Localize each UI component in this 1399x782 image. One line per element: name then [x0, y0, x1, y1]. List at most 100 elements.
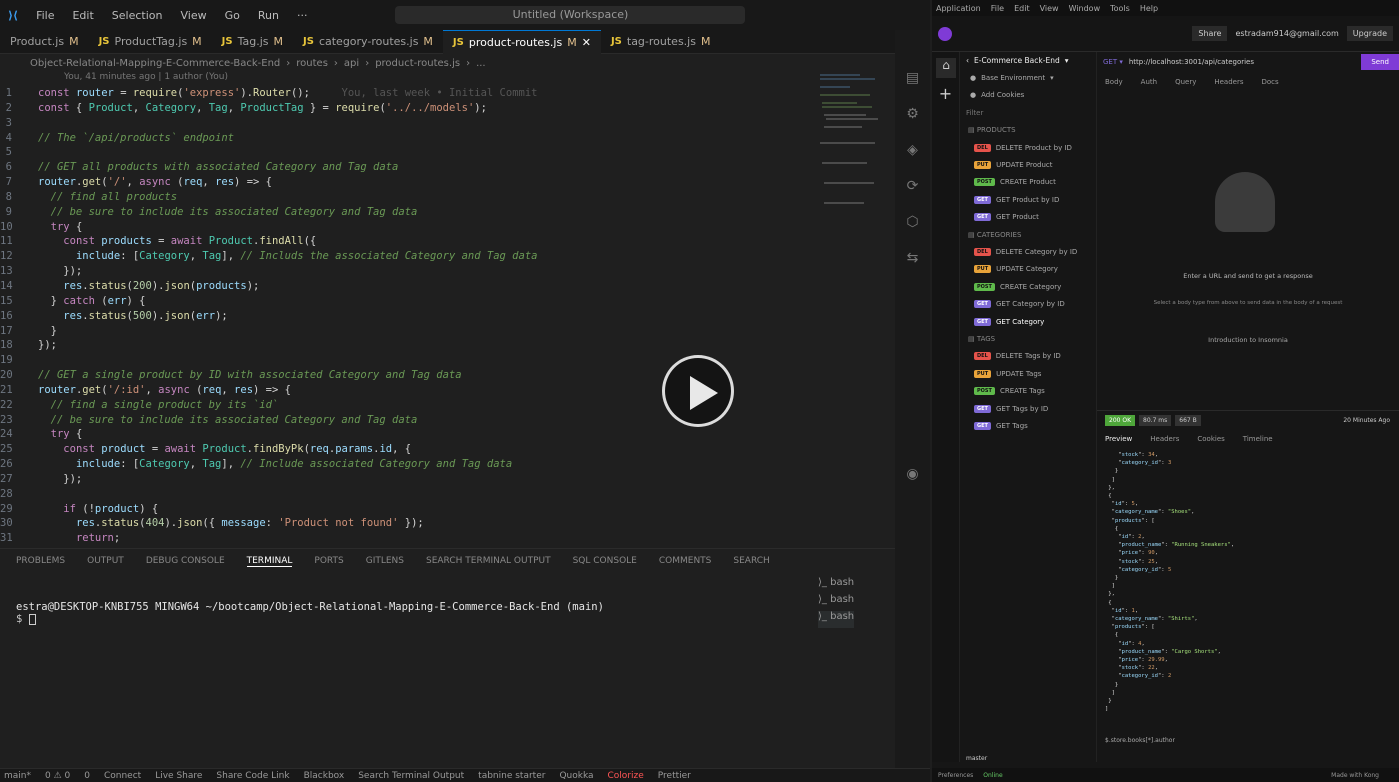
tab-product-routes[interactable]: JS product-routes.js M ✕	[442, 29, 601, 54]
tab-tag-routes[interactable]: JS tag-routes.js M	[601, 30, 721, 54]
breadcrumb-item[interactable]: ...	[476, 58, 486, 69]
tab-auth[interactable]: Auth	[1141, 78, 1157, 86]
explorer-icon[interactable]: ▤	[906, 70, 919, 86]
add-cookies-button[interactable]: ● Add Cookies	[962, 87, 1094, 104]
tab-tag-model[interactable]: JS Tag.js M	[212, 30, 293, 54]
request-item[interactable]: GET GET Tags	[962, 417, 1094, 434]
environment-selector[interactable]: ● Base Environment ▾	[962, 69, 1094, 86]
tab-category-routes[interactable]: JS category-routes.js M	[293, 30, 443, 54]
menu-item[interactable]: Edit	[1014, 4, 1030, 13]
menu-edit[interactable]: Edit	[72, 9, 93, 22]
tab-headers[interactable]: Headers	[1214, 78, 1243, 86]
tab-comments[interactable]: COMMENTS	[659, 556, 712, 566]
breadcrumb-item[interactable]: Object-Relational-Mapping-E-Commerce-Bac…	[30, 58, 280, 69]
request-item[interactable]: PUT UPDATE Category	[962, 261, 1094, 278]
tab-search[interactable]: SEARCH	[733, 556, 769, 566]
tab-search-terminal-output[interactable]: SEARCH TERMINAL OUTPUT	[426, 556, 551, 566]
extensions-icon[interactable]: ◈	[907, 142, 918, 158]
prettier-status[interactable]: Prettier	[658, 771, 691, 781]
request-item[interactable]: DEL DELETE Product by ID	[962, 139, 1094, 156]
account-email[interactable]: estradam914@gmail.com	[1235, 29, 1338, 38]
command-search-input[interactable]: Untitled (Workspace)	[395, 6, 746, 24]
code-editor[interactable]: You, 41 minutes ago | 1 author (You) 1 co…	[0, 72, 895, 544]
tab-cookies[interactable]: Cookies	[1197, 435, 1224, 443]
intro-link[interactable]: Introduction to Insomnia	[1097, 336, 1399, 344]
request-item[interactable]: DEL DELETE Category by ID	[962, 243, 1094, 260]
jq-filter-input[interactable]: $.store.books[*].author	[1105, 737, 1175, 744]
git-branch[interactable]: master	[966, 755, 987, 762]
menu-item[interactable]: Application	[936, 4, 981, 13]
tab-problems[interactable]: PROBLEMS	[16, 556, 65, 566]
quokka-status[interactable]: Quokka	[559, 771, 593, 781]
ports-status[interactable]: 0	[84, 771, 90, 781]
terminal-item[interactable]: ⟩_ bash	[818, 577, 854, 594]
account-icon[interactable]: ◉	[906, 466, 918, 482]
menu-item[interactable]: Help	[1140, 4, 1158, 13]
menu-file[interactable]: File	[36, 9, 54, 22]
minimap[interactable]	[818, 72, 884, 222]
request-item[interactable]: POST CREATE Tags	[962, 382, 1094, 399]
upgrade-button[interactable]: Upgrade	[1346, 26, 1393, 41]
tab-preview[interactable]: Preview	[1105, 435, 1132, 443]
settings-icon[interactable]: ⚙	[906, 106, 919, 122]
request-item[interactable]: GET GET Category	[962, 313, 1094, 330]
tab-gitlens[interactable]: GITLENS	[366, 556, 404, 566]
request-item[interactable]: PUT UPDATE Product	[962, 156, 1094, 173]
problems-status[interactable]: 0 ⚠ 0	[45, 771, 70, 781]
terminal[interactable]: estra@DESKTOP-KNBI755 MINGW64 ~/bootcamp…	[0, 573, 895, 625]
request-item[interactable]: GET GET Category by ID	[962, 295, 1094, 312]
response-json[interactable]: "stock": 34, "category_id": 3 } ] }, { "…	[1105, 451, 1234, 714]
branch-status[interactable]: main*	[4, 771, 31, 781]
terminal-item[interactable]: ⟩_ bash	[818, 594, 854, 611]
history-dropdown[interactable]: 20 Minutes Ago	[1343, 417, 1390, 424]
terminal-item[interactable]: ⟩_ bash	[818, 611, 855, 628]
method-select[interactable]: GET ▾	[1103, 58, 1123, 66]
video-play-icon[interactable]	[662, 355, 734, 427]
request-item[interactable]: GET GET Product by ID	[962, 191, 1094, 208]
tab-query[interactable]: Query	[1175, 78, 1196, 86]
cube-icon[interactable]: ⬡	[906, 214, 918, 230]
folder-categories[interactable]: ▤ CATEGORIES	[962, 226, 1094, 243]
tab-product-model[interactable]: Product.js M	[0, 30, 89, 54]
request-item[interactable]: DEL DELETE Tags by ID	[962, 348, 1094, 365]
tab-debug-console[interactable]: DEBUG CONSOLE	[146, 556, 225, 566]
breadcrumb-item[interactable]: routes	[296, 58, 328, 69]
menu-run[interactable]: Run	[258, 9, 279, 22]
folder-tags[interactable]: ▤ TAGS	[962, 330, 1094, 347]
tab-output[interactable]: OUTPUT	[87, 556, 124, 566]
tab-terminal[interactable]: TERMINAL	[246, 556, 293, 567]
share-link-status[interactable]: Share Code Link	[216, 771, 289, 781]
url-input[interactable]: http://localhost:3001/api/categories	[1129, 58, 1254, 66]
close-icon[interactable]: ✕	[582, 36, 591, 49]
menu-selection[interactable]: Selection	[112, 9, 163, 22]
request-item[interactable]: POST CREATE Product	[962, 174, 1094, 191]
share-button[interactable]: Share	[1192, 26, 1228, 41]
terminal-input-line[interactable]: $	[16, 613, 895, 625]
tab-body[interactable]: Body	[1105, 78, 1123, 86]
menu-item[interactable]: File	[991, 4, 1004, 13]
request-item[interactable]: GET GET Tags by ID	[962, 400, 1094, 417]
tabnine-status[interactable]: tabnine starter	[478, 771, 545, 781]
request-item[interactable]: POST CREATE Category	[962, 278, 1094, 295]
menu-item[interactable]: View	[1040, 4, 1059, 13]
tab-response-headers[interactable]: Headers	[1150, 435, 1179, 443]
remote-icon[interactable]: ⇆	[907, 250, 919, 266]
request-item[interactable]: PUT UPDATE Tags	[962, 365, 1094, 382]
tab-timeline[interactable]: Timeline	[1243, 435, 1273, 443]
refresh-icon[interactable]: ⟳	[907, 178, 919, 194]
tab-docs[interactable]: Docs	[1262, 78, 1279, 86]
menu-view[interactable]: View	[181, 9, 207, 22]
menu-item[interactable]: Tools	[1110, 4, 1130, 13]
tab-sql-console[interactable]: SQL CONSOLE	[573, 556, 637, 566]
menu-go[interactable]: Go	[225, 9, 240, 22]
breadcrumb-item[interactable]: product-routes.js	[375, 58, 460, 69]
tab-producttag-model[interactable]: JS ProductTag.js M	[89, 30, 212, 54]
folder-products[interactable]: ▤ PRODUCTS	[962, 122, 1094, 139]
connect-status[interactable]: Connect	[104, 771, 141, 781]
filter-input[interactable]: Filter	[962, 104, 1094, 121]
search-output-status[interactable]: Search Terminal Output	[358, 771, 464, 781]
request-item[interactable]: GET GET Product	[962, 209, 1094, 226]
add-icon[interactable]: +	[932, 84, 959, 103]
live-share-status[interactable]: Live Share	[155, 771, 202, 781]
preferences-button[interactable]: Preferences	[938, 772, 973, 779]
